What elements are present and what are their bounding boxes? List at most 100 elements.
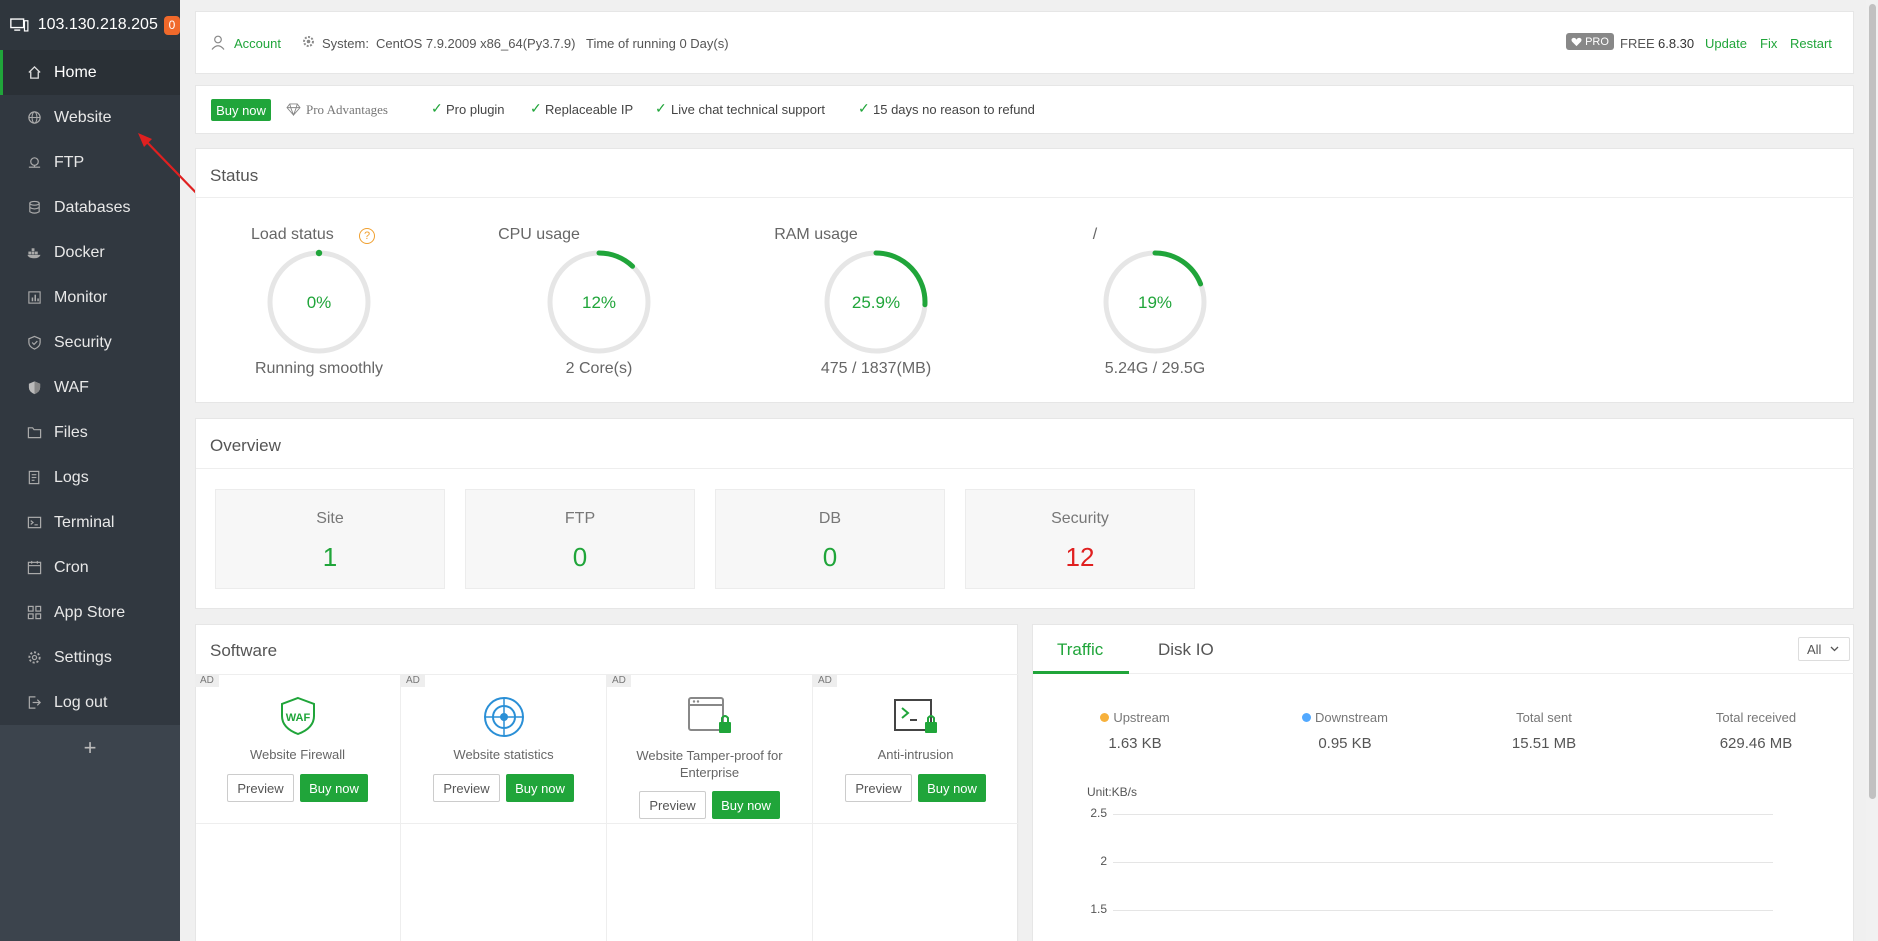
sidebar-item-label: Logs	[54, 468, 89, 486]
software-name: Website Firewall	[249, 747, 346, 762]
preview-button[interactable]: Preview	[433, 774, 500, 802]
grid-line	[1113, 862, 1773, 863]
gauge-cpu[interactable]: 12%	[546, 249, 652, 355]
sidebar-item-files[interactable]: Files	[0, 410, 180, 455]
feature-item: Replaceable IP	[545, 102, 634, 117]
tab-traffic[interactable]: Traffic	[1057, 640, 1103, 660]
overview-value: 12	[1065, 542, 1095, 572]
sidebar-item-security[interactable]: Security	[0, 320, 180, 365]
overview-ftp[interactable]: FTP 0	[465, 489, 695, 589]
pro-advantages-label[interactable]: Pro Advantages	[306, 102, 388, 118]
gauge-disk[interactable]: 19%	[1102, 249, 1208, 355]
preview-button[interactable]: Preview	[227, 774, 294, 802]
scrollbar-thumb[interactable]	[1869, 4, 1876, 799]
buy-now-button[interactable]: Buy now	[712, 791, 780, 819]
overview-title: Overview	[210, 436, 281, 455]
buy-now-button[interactable]: Buy now	[506, 774, 574, 802]
sidebar-item-label: Files	[54, 423, 88, 441]
monitor-icon	[26, 290, 42, 306]
buy-now-button[interactable]: Buy now	[211, 99, 271, 121]
waf-icon: WAF	[281, 696, 315, 736]
gear-icon	[26, 650, 42, 666]
gauge-ram[interactable]: 25.9%	[823, 249, 929, 355]
terminal-icon	[26, 515, 42, 531]
tamper-proof-icon	[688, 697, 731, 733]
stat-value: 629.46 MB	[1719, 735, 1793, 752]
overview-db[interactable]: DB 0	[715, 489, 945, 589]
stat-label: Upstream	[1113, 710, 1170, 725]
fix-link[interactable]: Fix	[1760, 36, 1777, 51]
globe-icon	[26, 110, 42, 126]
feature-item: Pro plugin	[446, 102, 505, 117]
pro-badge[interactable]: PRO	[1566, 33, 1614, 50]
overview-value: 0	[572, 542, 588, 572]
version-number: 6.8.30	[1658, 36, 1695, 51]
sidebar-item-app-store[interactable]: App Store	[0, 590, 180, 635]
divider	[1033, 673, 1855, 674]
sidebar-item-monitor[interactable]: Monitor	[0, 275, 180, 320]
software-item-statistics: AD Website statistics Preview Buy now	[401, 674, 607, 941]
sidebar-item-cron[interactable]: Cron	[0, 545, 180, 590]
stat-label: Downstream	[1315, 710, 1388, 725]
gauge-value: 0%	[307, 293, 332, 312]
restart-link[interactable]: Restart	[1790, 36, 1832, 51]
page-scrollbar[interactable]	[1866, 0, 1878, 941]
overview-site[interactable]: Site 1	[215, 489, 445, 589]
diamond-icon	[286, 103, 301, 116]
gauge-label-disk: /	[1092, 226, 1098, 243]
software-name: Website statistics	[453, 747, 554, 762]
software-title: Software	[210, 641, 278, 660]
preview-button[interactable]: Preview	[845, 774, 912, 802]
help-icon[interactable]: ?	[359, 228, 375, 244]
check-icon: ✓	[858, 100, 870, 116]
gauge-arc	[1152, 250, 1204, 287]
account-link[interactable]: Account	[234, 36, 281, 51]
gear-icon	[303, 36, 314, 47]
sidebar-item-label: Docker	[54, 243, 105, 261]
tab-disk-io[interactable]: Disk IO	[1158, 640, 1214, 660]
traffic-stat-total-received: Total received 629.46 MB	[1701, 710, 1811, 752]
top-bar: Account System: CentOS 7.9.2009 x86_64(P…	[195, 11, 1854, 74]
buy-now-button[interactable]: Buy now	[918, 774, 986, 802]
sidebar-item-log-out[interactable]: Log out	[0, 680, 180, 725]
sidebar-item-label: Settings	[54, 648, 112, 666]
sidebar-item-logs[interactable]: Logs	[0, 455, 180, 500]
promo-bar: Buy now Pro Advantages ✓ Pro plugin ✓ Re…	[195, 85, 1854, 134]
grid-line	[1113, 814, 1773, 815]
check-icon: ✓	[431, 100, 443, 116]
sidebar-item-label: Website	[54, 108, 112, 126]
ftp-icon	[26, 155, 42, 171]
buy-now-button[interactable]: Buy now	[300, 774, 368, 802]
y-tick-label: 2	[1100, 854, 1107, 868]
overview-value: 0	[822, 542, 838, 572]
traffic-stat-downstream: Downstream 0.95 KB	[1290, 710, 1400, 752]
sidebar-item-label: WAF	[54, 378, 89, 396]
gauge-value: 12%	[582, 293, 616, 312]
add-menu-button[interactable]: +	[0, 735, 180, 761]
ad-label: AD	[607, 674, 631, 687]
sidebar-item-terminal[interactable]: Terminal	[0, 500, 180, 545]
upstream-dot-icon	[1100, 713, 1110, 722]
sidebar-item-label: Cron	[54, 558, 89, 576]
update-link[interactable]: Update	[1705, 36, 1747, 51]
overview-security[interactable]: Security 12	[965, 489, 1195, 589]
preview-button[interactable]: Preview	[639, 791, 706, 819]
divider	[196, 197, 1855, 198]
sidebar-item-settings[interactable]: Settings	[0, 635, 180, 680]
server-header[interactable]: 103.130.218.205 0	[0, 0, 180, 50]
sidebar-item-home[interactable]: Home	[0, 50, 180, 95]
database-icon	[26, 200, 42, 216]
notification-badge[interactable]: 0	[163, 15, 180, 35]
gauge-label-cpu: CPU usage	[498, 226, 580, 243]
stat-label: Total received	[1715, 710, 1797, 725]
sidebar-item-label: App Store	[54, 603, 126, 621]
software-name: Website Tamper-proof for Enterprise	[636, 748, 783, 780]
gauge-arc	[596, 250, 636, 269]
gauge-zero-dot	[315, 249, 323, 257]
sidebar-item-waf[interactable]: WAF	[0, 365, 180, 410]
gauge-load[interactable]: 0%	[266, 249, 372, 355]
edition-label: FREE	[1620, 36, 1655, 51]
chevron-down-icon	[1830, 646, 1839, 652]
interface-select[interactable]: All	[1798, 637, 1850, 661]
active-tab-indicator	[1033, 671, 1129, 674]
